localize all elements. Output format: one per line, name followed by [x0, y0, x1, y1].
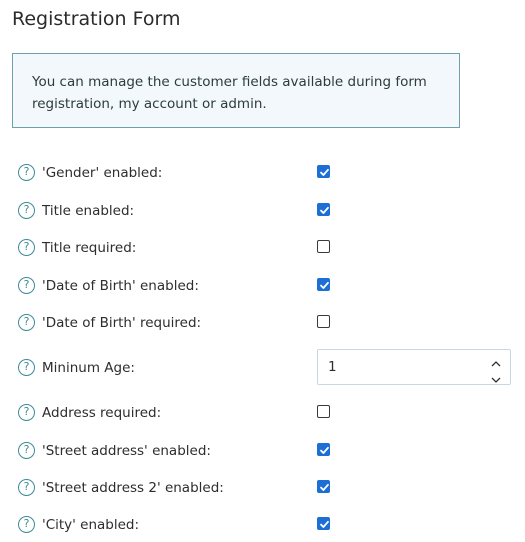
field-row-address-required: ? Address required: [18, 403, 513, 427]
dob-enabled-checkbox[interactable] [317, 278, 330, 291]
checkmark-icon [320, 483, 329, 491]
info-box: You can manage the customer fields avail… [12, 53, 460, 128]
field-row-minimum-age: ? Mininum Age: 1 [18, 349, 513, 385]
help-icon[interactable]: ? [18, 479, 35, 496]
page-title: Registration Form [12, 8, 181, 30]
field-label: 'Date of Birth' enabled: [42, 278, 199, 294]
title-required-checkbox[interactable] [317, 240, 330, 253]
field-label: Title enabled: [42, 203, 135, 219]
field-label: 'Street address' enabled: [42, 443, 211, 459]
minimum-age-input[interactable]: 1 [317, 349, 511, 385]
field-row-street-address-enabled: ? 'Street address' enabled: [18, 441, 513, 465]
help-icon[interactable]: ? [18, 359, 35, 376]
dob-required-checkbox[interactable] [317, 315, 330, 328]
gender-enabled-checkbox[interactable] [317, 165, 330, 178]
title-enabled-checkbox[interactable] [317, 203, 330, 216]
chevron-up-icon[interactable] [490, 354, 502, 367]
help-icon[interactable]: ? [18, 202, 35, 219]
field-row-title-enabled: ? Title enabled: [18, 201, 513, 225]
address-required-checkbox[interactable] [317, 405, 330, 418]
help-icon[interactable]: ? [18, 442, 35, 459]
help-icon[interactable]: ? [18, 404, 35, 421]
street-address-2-enabled-checkbox[interactable] [317, 480, 330, 493]
help-icon[interactable]: ? [18, 239, 35, 256]
checkmark-icon [320, 520, 329, 528]
street-address-enabled-checkbox[interactable] [317, 443, 330, 456]
minimum-age-value: 1 [328, 359, 337, 375]
help-icon[interactable]: ? [18, 516, 35, 533]
checkmark-icon [320, 281, 329, 289]
field-label: 'Street address 2' enabled: [42, 480, 224, 496]
field-label: 'City' enabled: [42, 517, 140, 533]
field-row-dob-required: ? 'Date of Birth' required: [18, 313, 513, 337]
field-label: 'Gender' enabled: [42, 165, 163, 181]
field-label: Title required: [42, 240, 137, 256]
chevron-down-icon[interactable] [490, 370, 502, 383]
help-icon[interactable]: ? [18, 164, 35, 181]
registration-form-page: Registration Form You can manage the cus… [0, 0, 525, 542]
info-text: You can manage the customer fields avail… [32, 74, 427, 112]
field-label: 'Date of Birth' required: [42, 315, 202, 331]
field-row-street-address-2-enabled: ? 'Street address 2' enabled: [18, 478, 513, 502]
help-icon[interactable]: ? [18, 314, 35, 331]
field-row-city-enabled: ? 'City' enabled: [18, 515, 513, 539]
checkmark-icon [320, 206, 329, 214]
field-row-title-required: ? Title required: [18, 238, 513, 262]
checkmark-icon [320, 446, 329, 454]
help-icon[interactable]: ? [18, 277, 35, 294]
field-row-dob-enabled: ? 'Date of Birth' enabled: [18, 276, 513, 300]
checkmark-icon [320, 168, 329, 176]
field-label: Address required: [42, 405, 162, 421]
field-row-gender-enabled: ? 'Gender' enabled: [18, 163, 513, 187]
field-label: Mininum Age: [42, 360, 135, 376]
city-enabled-checkbox[interactable] [317, 517, 330, 530]
